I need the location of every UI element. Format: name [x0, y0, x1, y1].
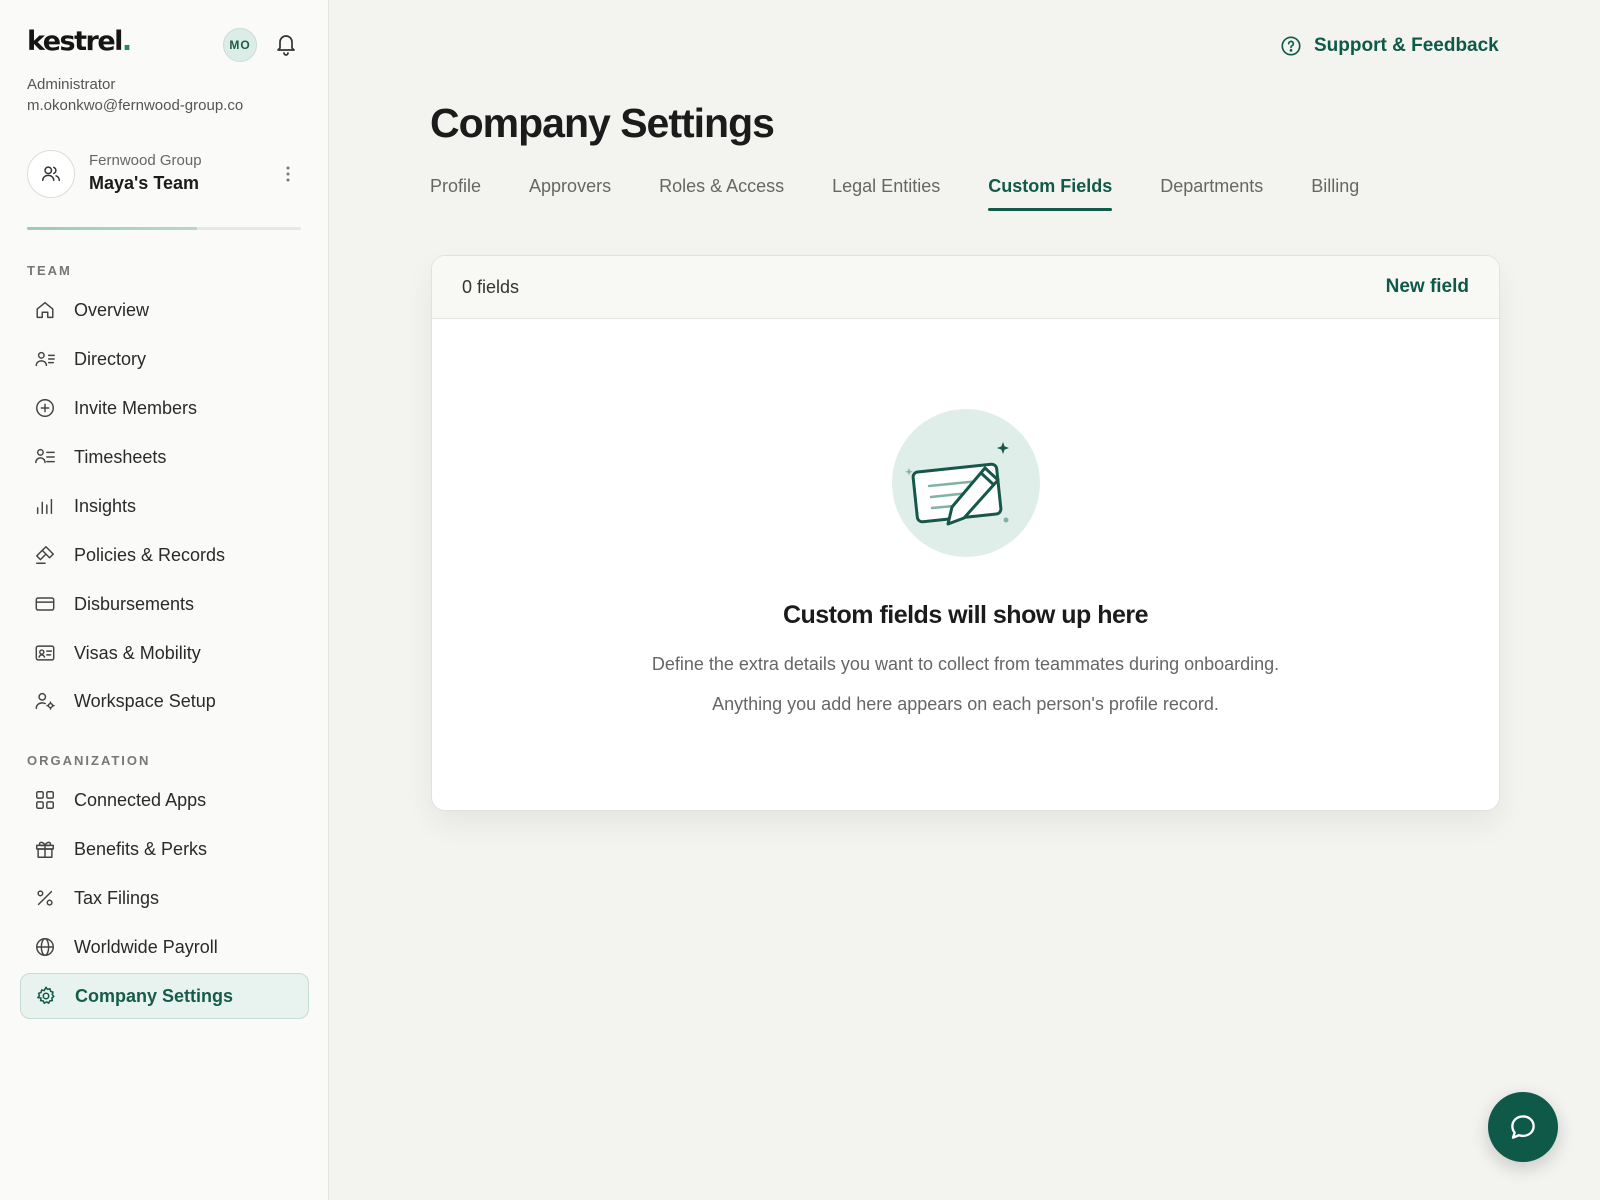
team-section-label: TEAM — [27, 263, 72, 278]
sidebar-item-visas-mobility[interactable]: Visas & Mobility — [20, 630, 309, 676]
sidebar-item-company-settings[interactable]: Company Settings — [20, 973, 309, 1019]
user-email: m.okonkwo@fernwood-group.co — [27, 97, 244, 114]
kestrel-logo[interactable]: kestrel. — [27, 26, 132, 57]
id-card-icon — [34, 642, 56, 664]
card-icon — [34, 593, 56, 615]
sidebar: kestrel. MO Administrator m.okonkwo@fern… — [0, 0, 329, 1200]
more-options-icon[interactable] — [282, 164, 294, 184]
settings-tabs: Profile Approvers Roles & Access Legal E… — [430, 176, 1407, 216]
user-role: Administrator — [27, 76, 116, 93]
sidebar-item-label: Company Settings — [75, 985, 234, 1006]
sidebar-item-worldwide-payroll[interactable]: Worldwide Payroll — [20, 924, 309, 970]
empty-state-description-line-1: Define the extra details you want to col… — [651, 654, 1280, 674]
sidebar-item-label: Benefits & Perks — [74, 838, 208, 859]
sidebar-item-label: Overview — [74, 299, 150, 320]
page-title: Company Settings — [430, 100, 775, 146]
globe-icon — [34, 936, 56, 958]
sidebar-item-label: Connected Apps — [74, 789, 207, 810]
sidebar-item-label: Insights — [74, 495, 137, 516]
setup-progress-fill — [27, 227, 197, 230]
support-feedback-label: Support & Feedback — [1314, 35, 1499, 56]
sidebar-item-label: Worldwide Payroll — [74, 936, 218, 957]
help-circle-icon — [1280, 35, 1302, 57]
chat-bubble-icon — [1511, 1115, 1535, 1139]
sidebar-item-policies-records[interactable]: Policies & Records — [20, 532, 309, 578]
team-org-name: Fernwood Group — [89, 152, 202, 169]
sidebar-item-label: Workspace Setup — [74, 690, 216, 711]
tab-custom-fields[interactable]: Custom Fields — [988, 176, 1113, 214]
gavel-icon — [34, 544, 56, 566]
team-switcher[interactable]: Fernwood Group Maya's Team — [27, 150, 307, 200]
sidebar-item-label: Policies & Records — [74, 544, 226, 565]
tab-approvers[interactable]: Approvers — [529, 176, 611, 214]
empty-state-title: Custom fields will show up here — [782, 601, 1149, 629]
sidebar-item-directory[interactable]: Directory — [20, 336, 309, 382]
bell-icon[interactable] — [274, 31, 298, 57]
tab-roles-access[interactable]: Roles & Access — [659, 176, 784, 214]
sidebar-item-benefits-perks[interactable]: Benefits & Perks — [20, 826, 309, 872]
team-icon — [27, 150, 75, 198]
sidebar-item-label: Tax Filings — [74, 887, 160, 908]
sidebar-item-timesheets[interactable]: Timesheets — [20, 434, 309, 480]
field-count: 0 fields — [462, 276, 520, 297]
team-name: Maya's Team — [89, 173, 200, 193]
user-gear-icon — [34, 690, 56, 712]
tab-departments[interactable]: Departments — [1160, 176, 1263, 214]
tab-profile[interactable]: Profile — [430, 176, 481, 214]
sidebar-item-label: Directory — [74, 348, 147, 369]
gift-icon — [34, 838, 56, 860]
sidebar-item-overview[interactable]: Overview — [20, 287, 309, 333]
empty-state-illustration — [891, 408, 1041, 558]
card-header: 0 fields New field — [432, 256, 1499, 319]
new-field-button[interactable]: New field — [1386, 276, 1469, 298]
support-feedback-link[interactable]: Support & Feedback — [1280, 35, 1499, 57]
gear-icon — [35, 985, 57, 1007]
sidebar-item-label: Visas & Mobility — [74, 642, 201, 663]
tab-billing[interactable]: Billing — [1311, 176, 1359, 214]
sidebar-item-label: Disbursements — [74, 593, 195, 614]
empty-state-description-line-2: Anything you add here appears on each pe… — [712, 694, 1219, 714]
custom-fields-card: 0 fields New field Custom fields will sh… — [431, 255, 1500, 811]
sidebar-item-label: Timesheets — [74, 446, 167, 467]
home-icon — [34, 299, 56, 321]
apps-grid-icon — [34, 789, 56, 811]
sidebar-item-invite-members[interactable]: Invite Members — [20, 385, 309, 431]
sidebar-item-label: Invite Members — [74, 397, 198, 418]
tab-legal-entities[interactable]: Legal Entities — [832, 176, 940, 214]
timesheets-icon — [34, 446, 56, 468]
user-avatar[interactable]: MO — [223, 28, 257, 62]
sidebar-item-disbursements[interactable]: Disbursements — [20, 581, 309, 627]
chat-button[interactable] — [1488, 1092, 1558, 1162]
organization-section-label: ORGANIZATION — [27, 753, 151, 768]
setup-progress-bar — [27, 227, 301, 230]
sidebar-item-insights[interactable]: Insights — [20, 483, 309, 529]
sidebar-item-tax-filings[interactable]: Tax Filings — [20, 875, 309, 921]
plus-circle-icon — [34, 397, 56, 419]
percent-icon — [34, 887, 56, 909]
directory-icon — [34, 348, 56, 370]
bar-chart-icon — [34, 495, 56, 517]
sidebar-item-connected-apps[interactable]: Connected Apps — [20, 777, 309, 823]
sidebar-item-workspace-setup[interactable]: Workspace Setup — [20, 678, 309, 724]
